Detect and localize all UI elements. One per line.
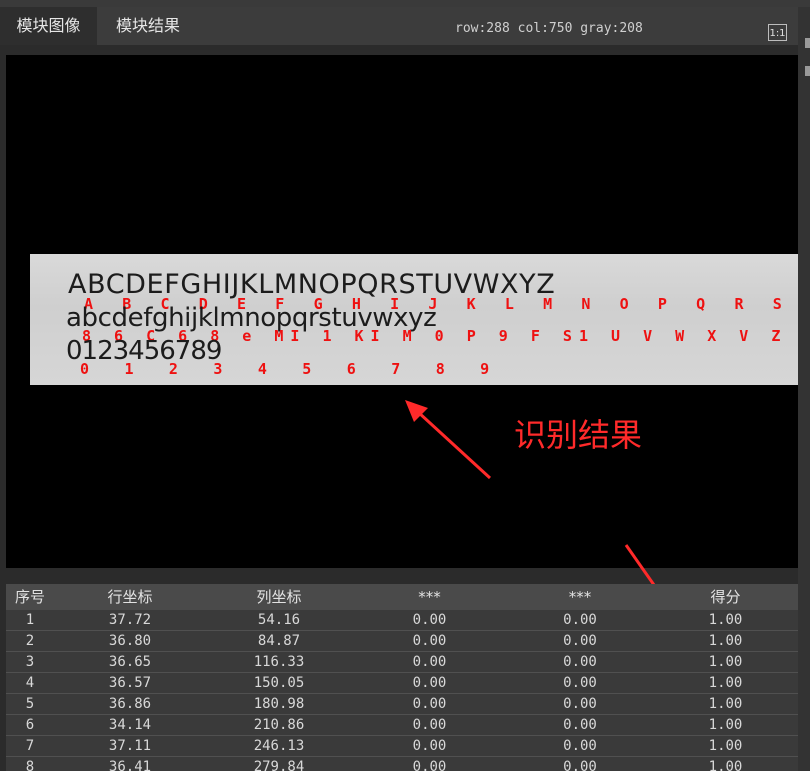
cell-col-coord: 246.13 xyxy=(253,738,305,754)
cell-col-coord: 150.05 xyxy=(253,675,305,691)
column-header-index[interactable]: 序号 xyxy=(6,584,54,610)
cell-score: 1.00 xyxy=(708,612,743,628)
right-scrollbar[interactable] xyxy=(798,7,810,771)
cell-index: 8 xyxy=(25,759,35,771)
cell-col-coord: 116.33 xyxy=(253,654,305,670)
cell-extra-2: 0.00 xyxy=(563,738,597,754)
cell-col-coord: 210.86 xyxy=(253,717,305,733)
cell-col-coord: 54.16 xyxy=(257,612,301,628)
table-row[interactable]: 1 37.72 54.16 0.00 0.00 1.00 xyxy=(6,610,798,631)
cell-index: 6 xyxy=(25,717,35,733)
cell-row-coord: 36.80 xyxy=(108,633,152,649)
cell-score: 1.00 xyxy=(708,633,743,649)
tab-module-image[interactable]: 模块图像 xyxy=(0,7,97,45)
cell-extra-1: 0.00 xyxy=(412,675,447,691)
column-header-extra-1[interactable]: *** xyxy=(352,584,507,610)
cell-score: 1.00 xyxy=(708,696,743,712)
cell-extra-2: 0.00 xyxy=(563,654,597,670)
cell-row-coord: 37.11 xyxy=(108,738,152,754)
cell-extra-1: 0.00 xyxy=(412,696,447,712)
results-table: 序号 行坐标 列坐标 *** *** 得分 1 37.72 54.16 0.00… xyxy=(6,584,798,771)
table-row[interactable]: 6 34.14 210.86 0.00 0.00 1.00 xyxy=(6,715,798,736)
image-viewer[interactable]: ABCDEFGHIJKLMNOPQRSTUVWXYZ A B C D E F G… xyxy=(6,55,798,568)
cell-extra-1: 0.00 xyxy=(412,738,447,754)
cell-score: 1.00 xyxy=(708,717,743,733)
table-row[interactable]: 7 37.11 246.13 0.00 0.00 1.00 xyxy=(6,736,798,757)
cell-extra-2: 0.00 xyxy=(563,717,597,733)
recognition-result-annotation: 识别结果 xyxy=(514,416,643,454)
cell-extra-2: 0.00 xyxy=(563,612,597,628)
column-header-extra-2[interactable]: *** xyxy=(507,584,653,610)
tab-bar: 模块图像 模块结果 row:288 col:750 gray:208 1:1 xyxy=(0,7,798,45)
cell-col-coord: 279.84 xyxy=(253,759,305,771)
table-row[interactable]: 8 36.41 279.84 0.00 0.00 1.00 xyxy=(6,757,798,771)
cell-score: 1.00 xyxy=(708,759,743,771)
cell-index: 2 xyxy=(25,633,35,649)
cell-extra-1: 0.00 xyxy=(412,633,447,649)
recognized-digits-line: 0 1 2 3 4 5 6 7 8 9 xyxy=(80,360,503,378)
cell-extra-2: 0.00 xyxy=(563,633,597,649)
column-header-col-coord[interactable]: 列坐标 xyxy=(206,584,352,610)
cell-col-coord: 180.98 xyxy=(253,696,305,712)
zoom-1to1-button[interactable]: 1:1 xyxy=(768,24,787,41)
scrollbar-mark-icon xyxy=(805,38,810,48)
cell-row-coord: 37.72 xyxy=(108,612,152,628)
cell-index: 3 xyxy=(25,654,35,670)
top-strip xyxy=(0,0,810,7)
ocr-image-strip: ABCDEFGHIJKLMNOPQRSTUVWXYZ A B C D E F G… xyxy=(30,254,798,385)
cell-index: 4 xyxy=(25,675,35,691)
cell-index: 1 xyxy=(25,612,35,628)
cell-extra-1: 0.00 xyxy=(412,654,447,670)
cell-extra-2: 0.00 xyxy=(563,675,597,691)
tab-module-result[interactable]: 模块结果 xyxy=(97,7,199,45)
cell-row-coord: 36.86 xyxy=(108,696,152,712)
cell-extra-1: 0.00 xyxy=(412,759,447,771)
cell-index: 7 xyxy=(25,738,35,754)
table-header: 序号 行坐标 列坐标 *** *** 得分 xyxy=(6,584,798,610)
cell-col-coord: 84.87 xyxy=(257,633,301,649)
pixel-status-readout: row:288 col:750 gray:208 xyxy=(455,21,643,36)
column-header-score[interactable]: 得分 xyxy=(653,584,798,610)
cell-row-coord: 36.57 xyxy=(108,675,152,691)
cell-extra-1: 0.00 xyxy=(412,717,447,733)
cell-extra-2: 0.00 xyxy=(563,696,597,712)
cell-extra-1: 0.00 xyxy=(412,612,447,628)
cell-score: 1.00 xyxy=(708,675,743,691)
cell-row-coord: 36.65 xyxy=(108,654,152,670)
table-row[interactable]: 5 36.86 180.98 0.00 0.00 1.00 xyxy=(6,694,798,715)
cell-row-coord: 34.14 xyxy=(108,717,152,733)
table-row[interactable]: 3 36.65 116.33 0.00 0.00 1.00 xyxy=(6,652,798,673)
cell-score: 1.00 xyxy=(708,738,743,754)
table-row[interactable]: 4 36.57 150.05 0.00 0.00 1.00 xyxy=(6,673,798,694)
table-row[interactable]: 2 36.80 84.87 0.00 0.00 1.00 xyxy=(6,631,798,652)
cell-extra-2: 0.00 xyxy=(563,759,597,771)
column-header-row-coord[interactable]: 行坐标 xyxy=(54,584,206,610)
scrollbar-mark-icon xyxy=(805,66,810,76)
cell-row-coord: 36.41 xyxy=(108,759,152,771)
cell-score: 1.00 xyxy=(708,654,743,670)
cell-index: 5 xyxy=(25,696,35,712)
